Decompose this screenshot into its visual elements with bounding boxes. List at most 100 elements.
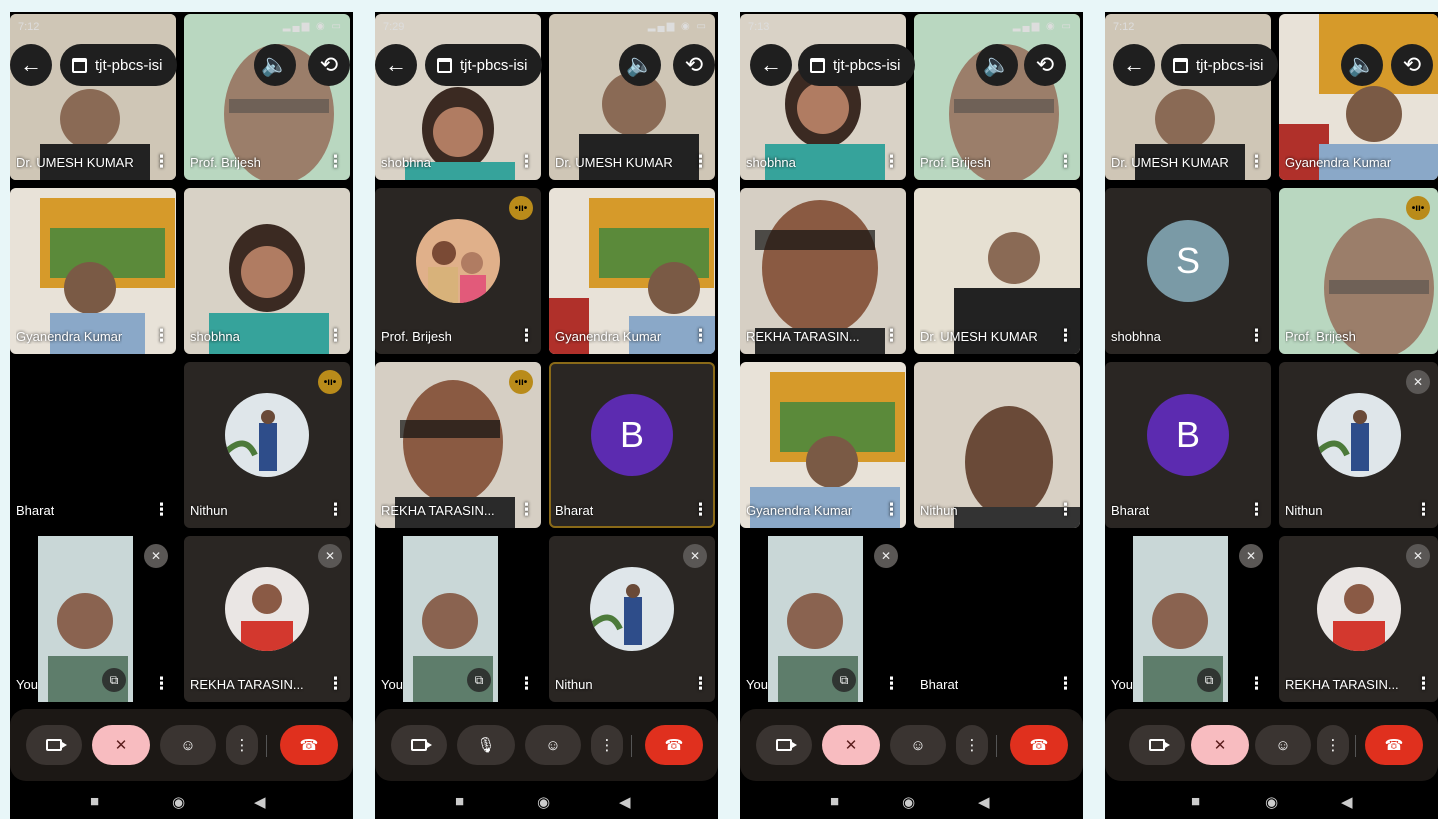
more-vert-icon[interactable]: ⋮ xyxy=(153,674,170,694)
home-icon[interactable]: ◉ xyxy=(902,793,915,811)
speaker-icon[interactable]: 🔈 xyxy=(1341,44,1383,86)
more-vert-icon[interactable]: ⋮ xyxy=(883,326,900,346)
pip-icon[interactable]: ⧉ xyxy=(832,668,856,692)
reactions-button[interactable]: ☺ xyxy=(1255,725,1311,765)
meeting-code-chip[interactable]: tjt-pbcs-isi xyxy=(798,44,915,86)
arrow-left-icon[interactable]: ← xyxy=(750,44,792,86)
more-vert-icon[interactable]: ⋮ xyxy=(1248,674,1265,694)
speaker-icon[interactable]: 🔈 xyxy=(254,44,296,86)
more-vert-icon[interactable]: ⋮ xyxy=(153,500,170,520)
end-call-button[interactable]: ☎ xyxy=(1365,725,1423,765)
more-vert-icon[interactable]: ⋮ xyxy=(692,152,709,172)
more-vert-icon[interactable]: ⋮ xyxy=(883,152,900,172)
mic-toggle-button[interactable]: ✕ xyxy=(92,725,150,765)
more-vert-icon[interactable]: ⋮ xyxy=(1248,152,1265,172)
back-icon[interactable]: ◀ xyxy=(619,793,631,811)
camera-flip-icon[interactable]: ⟲ xyxy=(308,44,350,86)
participant-tile[interactable]: Prof. Brijesh ⋮ xyxy=(184,14,350,180)
participant-tile[interactable]: Gyanendra Kumar ⋮ xyxy=(549,188,715,354)
participant-tile[interactable]: shobhna ⋮ xyxy=(375,14,541,180)
participant-tile[interactable]: ✕ REKHA TARASIN... ⋮ xyxy=(1279,536,1438,702)
camera-flip-icon[interactable]: ⟲ xyxy=(673,44,715,86)
speaker-icon[interactable]: 🔈 xyxy=(976,44,1018,86)
arrow-left-icon[interactable]: ← xyxy=(10,44,52,86)
participant-tile[interactable]: •ıı• Nithun ⋮ xyxy=(184,362,350,528)
participant-tile[interactable]: •ıı• Prof. Brijesh ⋮ xyxy=(375,188,541,354)
more-vert-icon[interactable]: ⋮ xyxy=(692,500,709,520)
participant-tile[interactable]: Gyanendra Kumar ⋮ xyxy=(10,188,176,354)
more-vert-icon[interactable]: ⋮ xyxy=(518,500,535,520)
arrow-left-icon[interactable]: ← xyxy=(375,44,417,86)
participant-tile[interactable]: •ıı• Prof. Brijesh xyxy=(1279,188,1438,354)
participant-tile[interactable]: Prof. Brijesh ⋮ xyxy=(914,14,1080,180)
more-vert-icon[interactable]: ⋮ xyxy=(692,326,709,346)
more-vert-icon[interactable]: ⋮ xyxy=(1248,326,1265,346)
participant-tile[interactable]: ✕ Nithun ⋮ xyxy=(1279,362,1438,528)
camera-toggle-button[interactable] xyxy=(391,725,447,765)
meeting-code-chip[interactable]: tjt-pbcs-isi xyxy=(425,44,542,86)
more-vert-icon[interactable]: ⋮ xyxy=(883,500,900,520)
more-vert-icon[interactable]: ⋮ xyxy=(1248,500,1265,520)
home-icon[interactable]: ◉ xyxy=(537,793,550,811)
recents-icon[interactable]: ■ xyxy=(455,793,464,810)
participant-tile[interactable]: Dr. UMESH KUMAR ⋮ xyxy=(1105,14,1271,180)
recents-icon[interactable]: ■ xyxy=(1191,793,1200,810)
end-call-button[interactable]: ☎ xyxy=(280,725,338,765)
more-vert-icon[interactable]: ⋮ xyxy=(1415,500,1432,520)
participant-tile[interactable]: B Bharat ⋮ xyxy=(549,362,715,528)
more-vert-icon[interactable]: ⋮ xyxy=(327,500,344,520)
more-vert-icon[interactable]: ⋮ xyxy=(1057,674,1074,694)
participant-tile[interactable]: B Bharat ⋮ xyxy=(1105,362,1271,528)
more-vert-icon[interactable]: ⋮ xyxy=(153,326,170,346)
participant-tile[interactable]: ✕ Nithun ⋮ xyxy=(549,536,715,702)
mic-toggle-button[interactable]: ✕ xyxy=(1191,725,1249,765)
more-vert-icon[interactable]: ⋮ xyxy=(518,674,535,694)
participant-tile[interactable]: shobhna ⋮ xyxy=(184,188,350,354)
participant-tile[interactable]: Dr. UMESH KUMAR ⋮ xyxy=(914,188,1080,354)
participant-tile[interactable]: Dr. UMESH KUMAR ⋮ xyxy=(549,14,715,180)
more-vert-icon[interactable]: ⋮ xyxy=(1415,674,1432,694)
end-call-button[interactable]: ☎ xyxy=(1010,725,1068,765)
self-tile[interactable]: ✕ ⧉ You ⋮ xyxy=(10,536,176,702)
reactions-button[interactable]: ☺ xyxy=(160,725,216,765)
self-tile[interactable]: ✕ ⧉ You ⋮ xyxy=(740,536,906,702)
pip-icon[interactable]: ⧉ xyxy=(102,668,126,692)
more-vert-icon[interactable]: ⋮ xyxy=(327,326,344,346)
recents-icon[interactable]: ■ xyxy=(90,793,99,810)
more-vert-icon[interactable]: ⋮ xyxy=(1057,152,1074,172)
more-options-button[interactable]: ⋮ xyxy=(591,725,623,765)
more-vert-icon[interactable]: ⋮ xyxy=(518,326,535,346)
back-icon[interactable]: ◀ xyxy=(978,793,990,811)
participant-tile[interactable]: Bharat ⋮ xyxy=(914,536,1080,702)
meeting-code-chip[interactable]: tjt-pbcs-isi xyxy=(1161,44,1278,86)
participant-tile[interactable]: ✕ REKHA TARASIN... ⋮ xyxy=(184,536,350,702)
more-options-button[interactable]: ⋮ xyxy=(1317,725,1349,765)
participant-tile[interactable]: Dr. UMESH KUMAR ⋮ xyxy=(10,14,176,180)
more-vert-icon[interactable]: ⋮ xyxy=(327,674,344,694)
self-tile[interactable]: ⧉ You ⋮ xyxy=(375,536,541,702)
participant-tile[interactable]: Nithun ⋮ xyxy=(914,362,1080,528)
end-call-button[interactable]: ☎ xyxy=(645,725,703,765)
recents-icon[interactable]: ■ xyxy=(830,793,839,810)
pip-icon[interactable]: ⧉ xyxy=(1197,668,1221,692)
participant-tile[interactable]: Gyanendra Kumar xyxy=(1279,14,1438,180)
camera-flip-icon[interactable]: ⟲ xyxy=(1391,44,1433,86)
camera-toggle-button[interactable] xyxy=(1129,725,1185,765)
more-vert-icon[interactable]: ⋮ xyxy=(883,674,900,694)
more-options-button[interactable]: ⋮ xyxy=(956,725,988,765)
more-vert-icon[interactable]: ⋮ xyxy=(1057,500,1074,520)
mic-toggle-button[interactable]: 🎙 xyxy=(457,725,515,765)
more-vert-icon[interactable]: ⋮ xyxy=(692,674,709,694)
camera-toggle-button[interactable] xyxy=(26,725,82,765)
more-vert-icon[interactable]: ⋮ xyxy=(327,152,344,172)
camera-toggle-button[interactable] xyxy=(756,725,812,765)
participant-tile[interactable]: shobhna ⋮ xyxy=(740,14,906,180)
participant-tile[interactable]: S shobhna ⋮ xyxy=(1105,188,1271,354)
participant-tile[interactable]: REKHA TARASIN... ⋮ xyxy=(740,188,906,354)
more-vert-icon[interactable]: ⋮ xyxy=(518,152,535,172)
home-icon[interactable]: ◉ xyxy=(1265,793,1278,811)
speaker-icon[interactable]: 🔈 xyxy=(619,44,661,86)
back-icon[interactable]: ◀ xyxy=(254,793,266,811)
participant-tile[interactable]: •ıı• REKHA TARASIN... ⋮ xyxy=(375,362,541,528)
participant-tile[interactable]: Gyanendra Kumar ⋮ xyxy=(740,362,906,528)
